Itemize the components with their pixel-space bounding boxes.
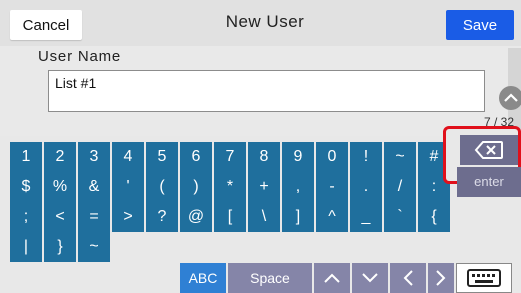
key[interactable]: ': [112, 172, 144, 202]
cancel-button[interactable]: Cancel: [10, 10, 82, 40]
arrow-down-key[interactable]: [352, 263, 388, 293]
key[interactable]: <: [44, 202, 76, 232]
key[interactable]: ,: [282, 172, 314, 202]
keyboard-icon: [467, 269, 501, 287]
key[interactable]: 7: [214, 142, 246, 172]
key[interactable]: ]: [282, 202, 314, 232]
key[interactable]: [: [214, 202, 246, 232]
arrow-up-key[interactable]: [314, 263, 350, 293]
key[interactable]: /: [384, 172, 416, 202]
user-name-label: User Name: [38, 48, 122, 65]
header-bar: Cancel New User Save: [0, 0, 521, 46]
key[interactable]: \: [248, 202, 280, 232]
arrow-right-key[interactable]: [428, 263, 454, 293]
key[interactable]: *: [214, 172, 246, 202]
key[interactable]: &: [78, 172, 110, 202]
key[interactable]: ~: [78, 232, 110, 262]
key[interactable]: ~: [384, 142, 416, 172]
key[interactable]: {: [418, 202, 450, 232]
chevron-right-icon: [436, 270, 446, 286]
backspace-key[interactable]: [460, 135, 518, 165]
key[interactable]: +: [248, 172, 280, 202]
key[interactable]: ?: [146, 202, 178, 232]
key[interactable]: ;: [10, 202, 42, 232]
key[interactable]: 4: [112, 142, 144, 172]
save-button[interactable]: Save: [446, 10, 514, 40]
key[interactable]: .: [350, 172, 382, 202]
key[interactable]: >: [112, 202, 144, 232]
key[interactable]: =: [78, 202, 110, 232]
key[interactable]: ^: [316, 202, 348, 232]
page-title: New User: [225, 12, 305, 31]
chevron-left-icon: [403, 270, 413, 286]
chevron-down-icon: [362, 273, 378, 283]
key[interactable]: 1: [10, 142, 42, 172]
key[interactable]: _: [350, 202, 382, 232]
enter-key[interactable]: enter: [457, 167, 521, 197]
user-name-field[interactable]: List #1: [48, 70, 485, 112]
key[interactable]: `: [384, 202, 416, 232]
chevron-up-icon: [324, 273, 340, 283]
key[interactable]: -: [316, 172, 348, 202]
user-name-value: List #1: [55, 75, 97, 91]
arrow-left-key[interactable]: [390, 263, 426, 293]
key[interactable]: 0: [316, 142, 348, 172]
key[interactable]: %: [44, 172, 76, 202]
key[interactable]: 6: [180, 142, 212, 172]
key[interactable]: }: [44, 232, 76, 262]
key[interactable]: 8: [248, 142, 280, 172]
key[interactable]: 5: [146, 142, 178, 172]
key[interactable]: 2: [44, 142, 76, 172]
key[interactable]: $: [10, 172, 42, 202]
keyboard-toggle-key[interactable]: [456, 263, 512, 293]
key[interactable]: ): [180, 172, 212, 202]
key[interactable]: 9: [282, 142, 314, 172]
space-key[interactable]: Space: [228, 263, 312, 293]
key[interactable]: !: [350, 142, 382, 172]
key[interactable]: |: [10, 232, 42, 262]
key[interactable]: 3: [78, 142, 110, 172]
backspace-icon: [474, 141, 503, 159]
key[interactable]: (: [146, 172, 178, 202]
key[interactable]: @: [180, 202, 212, 232]
abc-key[interactable]: ABC: [180, 263, 226, 293]
scroll-up-button[interactable]: [499, 86, 521, 110]
chevron-up-icon: [504, 93, 518, 102]
